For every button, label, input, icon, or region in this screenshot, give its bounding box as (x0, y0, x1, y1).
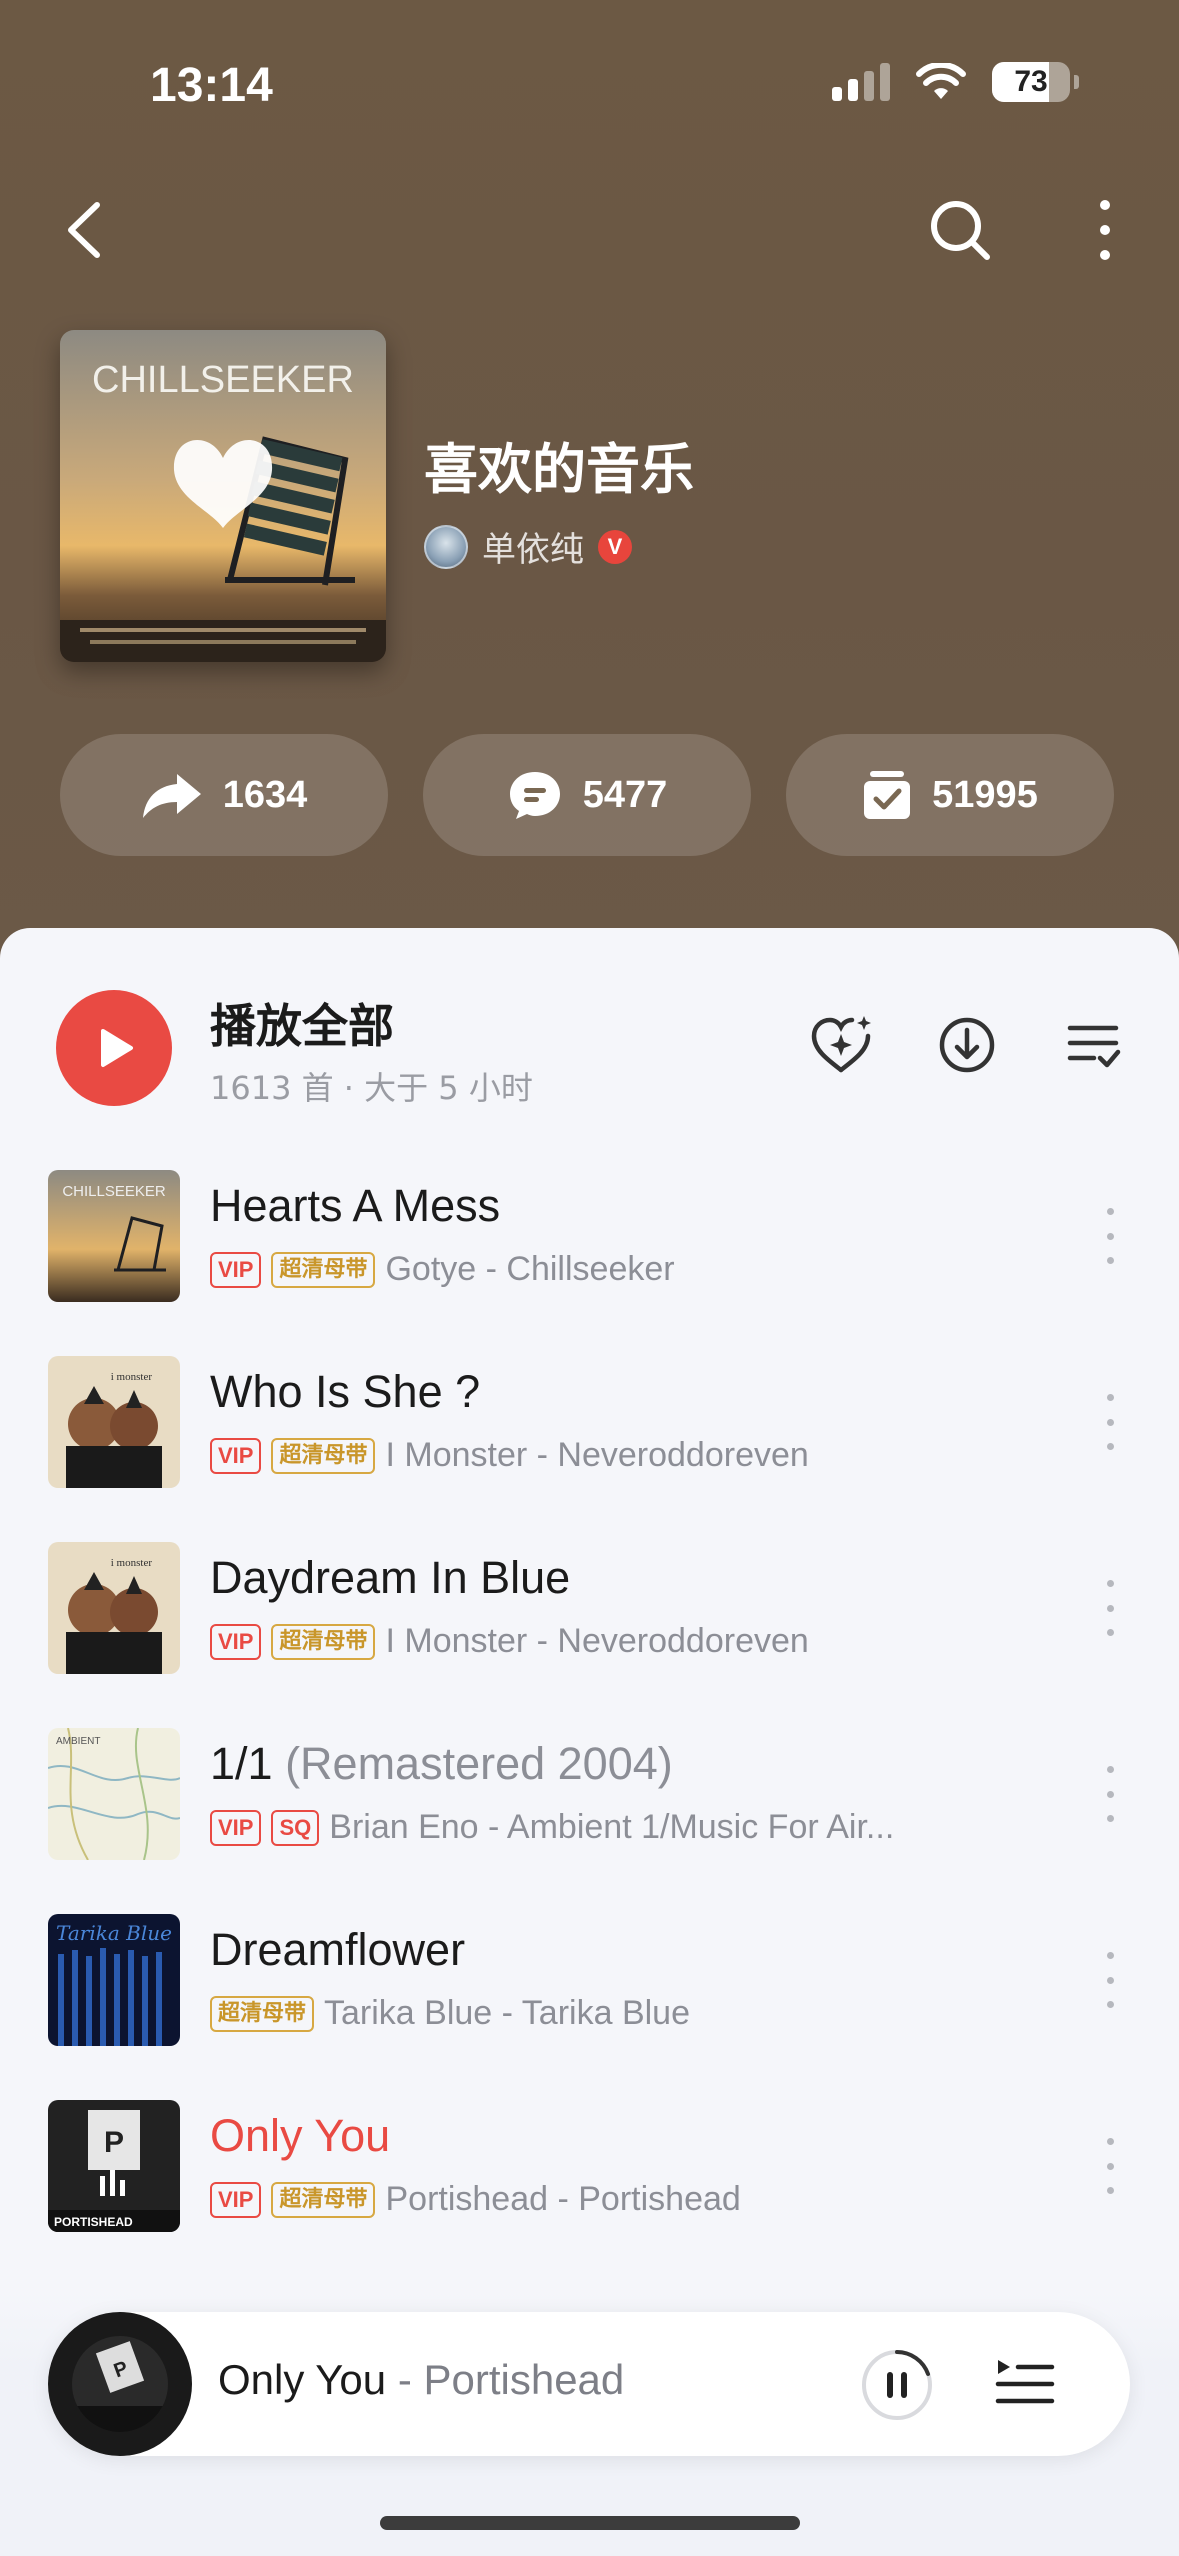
playlist-title: 喜欢的音乐 (424, 438, 694, 501)
play-icon (101, 1029, 133, 1067)
vip-tag: VIP (210, 1809, 262, 1846)
svg-text:PORTISHEAD: PORTISHEAD (54, 2215, 133, 2229)
song-artwork: i monster (48, 1542, 180, 1674)
creator-avatar[interactable] (424, 524, 468, 569)
collect-count: 51995 (932, 773, 1038, 816)
song-artist-album: Gotye - Chillseeker (385, 1250, 675, 1288)
song-row[interactable]: AMBIENT 1/1 (Remastered 2004) VIP SQ Bri… (0, 1696, 1179, 1882)
song-row-playing[interactable]: P PORTISHEAD Only You VIP 超清母带 Portishea… (0, 2068, 1179, 2254)
hq-master-tag: 超清母带 (271, 1623, 376, 1660)
song-more-icon[interactable] (1096, 1952, 1124, 2008)
song-title: Daydream In Blue (210, 1552, 571, 1603)
battery-percentage: 73 (1014, 65, 1048, 98)
song-row[interactable]: CHILLSEEKER Hearts A Mess VIP 超清母带 Gotye… (0, 1138, 1179, 1324)
pause-icon[interactable] (860, 2348, 934, 2422)
hq-master-tag: 超清母带 (271, 2181, 376, 2218)
cover-artwork: CHILLSEEKER (60, 330, 386, 662)
home-indicator (380, 2516, 800, 2530)
battery-icon: 73 (992, 62, 1070, 102)
playlist-creator[interactable]: 单依纯 V (424, 522, 632, 571)
song-artwork: P PORTISHEAD (48, 2100, 180, 2232)
song-artwork: Tarika Blue (48, 1914, 180, 2046)
song-artist-album: I Monster - Neveroddoreven (385, 1436, 809, 1474)
download-icon[interactable] (932, 1010, 1002, 1080)
playlist-queue-icon[interactable] (992, 2352, 1056, 2416)
comment-button[interactable]: 5477 (423, 734, 751, 856)
collect-button[interactable]: 51995 (786, 734, 1114, 856)
mini-player[interactable]: P Only You - Portishead (48, 2312, 1130, 2456)
song-more-icon[interactable] (1096, 2138, 1124, 2194)
svg-text:CHILLSEEKER: CHILLSEEKER (62, 1183, 166, 1200)
song-more-icon[interactable] (1096, 1766, 1124, 1822)
collect-check-icon (864, 771, 911, 819)
hq-master-tag: 超清母带 (210, 1995, 315, 2032)
song-more-icon[interactable] (1096, 1394, 1124, 1450)
song-artist-album: Brian Eno - Ambient 1/Music For Air... (329, 1808, 895, 1846)
play-all-button[interactable] (56, 990, 172, 1106)
search-icon[interactable] (925, 195, 995, 265)
song-meta: VIP SQ Brian Eno - Ambient 1/Music For A… (210, 1808, 894, 1847)
song-title: Dreamflower (210, 1924, 466, 1975)
song-artwork: AMBIENT (48, 1728, 180, 1860)
vip-tag: VIP (210, 1251, 262, 1288)
cellular-signal-icon (832, 63, 890, 101)
status-time: 13:14 (150, 59, 273, 112)
mini-player-artwork: P (72, 2336, 168, 2432)
song-meta: VIP 超清母带 I Monster - Neveroddoreven (210, 1436, 809, 1475)
song-title: 1/1 (Remastered 2004) (210, 1738, 673, 1789)
status-icons: 73 (832, 62, 1079, 102)
comment-count: 5477 (582, 773, 668, 816)
song-meta: 超清母带 Tarika Blue - Tarika Blue (210, 1994, 690, 2033)
song-meta: VIP 超清母带 Gotye - Chillseeker (210, 1250, 675, 1289)
song-artist-album: I Monster - Neveroddoreven (385, 1622, 809, 1660)
more-vertical-icon[interactable] (1085, 195, 1125, 265)
song-title: Only You (210, 2110, 391, 2161)
share-count: 1634 (222, 773, 308, 816)
playlist-cover[interactable]: CHILLSEEKER (60, 330, 386, 662)
comment-icon (509, 772, 560, 819)
share-icon (142, 774, 201, 818)
svg-text:Tarika Blue: Tarika Blue (56, 1921, 172, 1945)
svg-text:P: P (104, 2126, 124, 2159)
song-artwork: CHILLSEEKER (48, 1170, 180, 1302)
wifi-icon (916, 63, 966, 99)
song-title: Hearts A Mess (210, 1180, 501, 1231)
song-row[interactable]: i monster Who Is She ? VIP 超清母带 I Monste… (0, 1324, 1179, 1510)
creator-name[interactable]: 单依纯 (482, 522, 584, 571)
song-artwork: i monster (48, 1356, 180, 1488)
hq-master-tag: 超清母带 (271, 1437, 376, 1474)
vip-tag: VIP (210, 1437, 262, 1474)
heart-sparkle-icon[interactable] (806, 1010, 876, 1080)
vip-tag: VIP (210, 2181, 262, 2218)
svg-text:CHILLSEEKER: CHILLSEEKER (92, 359, 354, 401)
song-meta: VIP 超清母带 I Monster - Neveroddoreven (210, 1622, 809, 1661)
svg-text:i monster: i monster (111, 1557, 153, 1569)
svg-text:i monster: i monster (111, 1371, 153, 1383)
sq-tag: SQ (271, 1809, 320, 1846)
multi-select-icon[interactable] (1058, 1010, 1128, 1080)
song-row[interactable]: Tarika Blue Dreamflower 超清母带 Tarika Blue… (0, 1882, 1179, 2068)
song-more-icon[interactable] (1096, 1580, 1124, 1636)
share-button[interactable]: 1634 (60, 734, 388, 856)
song-count-duration: 1613 首 · 大于 5 小时 (210, 1069, 533, 1107)
play-all-label[interactable]: 播放全部 (210, 990, 394, 1056)
battery-tip (1074, 75, 1079, 89)
hq-master-tag: 超清母带 (271, 1251, 376, 1288)
verified-badge: V (598, 529, 632, 564)
song-more-icon[interactable] (1096, 1208, 1124, 1264)
song-title: Who Is She ? (210, 1366, 481, 1417)
song-meta: VIP 超清母带 Portishead - Portishead (210, 2180, 741, 2219)
song-artist-album: Portishead - Portishead (385, 2180, 741, 2218)
back-chevron-icon[interactable] (55, 195, 115, 265)
song-row[interactable]: i monster Daydream In Blue VIP 超清母带 I Mo… (0, 1510, 1179, 1696)
vip-tag: VIP (210, 1623, 262, 1660)
mini-player-title: Only You - Portishead (218, 2356, 625, 2403)
mini-player-disc[interactable]: P (48, 2312, 192, 2456)
song-artist-album: Tarika Blue - Tarika Blue (324, 1994, 690, 2032)
svg-text:AMBIENT: AMBIENT (56, 1736, 100, 1747)
